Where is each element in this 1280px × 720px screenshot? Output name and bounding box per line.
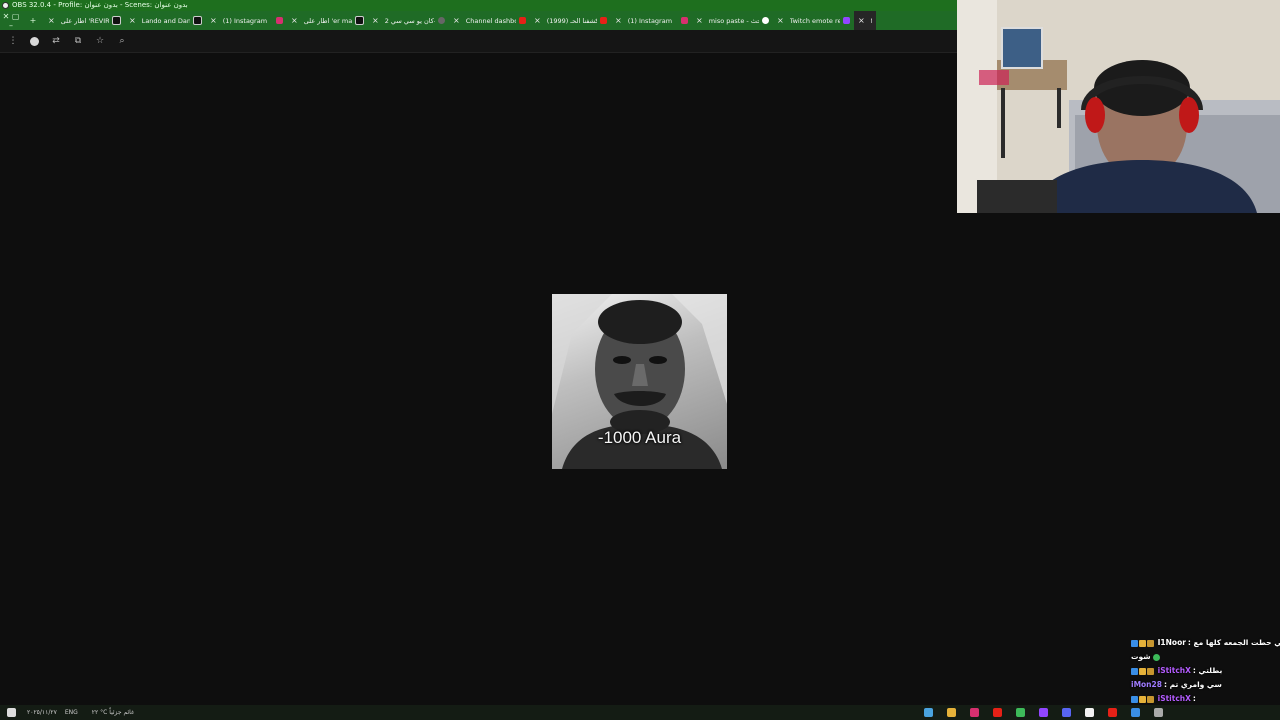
app-icon[interactable]: [970, 708, 979, 717]
taskbar-weather[interactable]: ٢٢ °C غائم جزئياً: [92, 709, 134, 716]
close-tab-icon[interactable]: ×: [615, 16, 622, 25]
chat-username: I1Noor: [1157, 638, 1186, 647]
app-icon[interactable]: [1085, 708, 1094, 717]
youtube-icon: [600, 17, 607, 24]
close-tab-icon[interactable]: ×: [534, 16, 541, 25]
app-icon[interactable]: [1062, 708, 1071, 717]
tab-2[interactable]: × Lando and Danie: [125, 11, 206, 30]
chat-message: iMon28: سي وامري تم: [1126, 678, 1280, 692]
close-tab-icon[interactable]: ×: [777, 16, 784, 25]
zoom-icon[interactable]: ⌕: [113, 36, 131, 46]
obs-title-bar: OBS 32.0.4 - Profile: بدون عنوان - Scene…: [0, 0, 957, 11]
window-title: OBS 32.0.4 - Profile: بدون عنوان - Scene…: [12, 1, 188, 9]
badge-icon: [1131, 639, 1138, 647]
chat-username: iStitchX: [1157, 694, 1191, 703]
youtube-icon: [519, 17, 526, 24]
tab-4[interactable]: × اطار على 'er man: [287, 11, 368, 30]
browser-tab-bar: ✕ ▢ – + × اطار على 'REVIR × Lando and Da…: [0, 11, 957, 30]
badge-icon: [1147, 695, 1154, 703]
tiktok-icon: [355, 16, 364, 25]
app-icon[interactable]: [924, 708, 933, 717]
tab-8[interactable]: × (1) Instagram: [611, 11, 692, 30]
tab-3[interactable]: × (1) Instagram: [206, 11, 287, 30]
app-icon[interactable]: [947, 708, 956, 717]
globe-icon: [438, 17, 445, 24]
app-icon[interactable]: [1154, 708, 1163, 717]
translate-icon[interactable]: ⇄: [47, 36, 65, 46]
close-tab-icon[interactable]: ×: [48, 16, 55, 25]
tab-9[interactable]: × miso paste - بحث: [692, 11, 773, 30]
instagram-icon: [276, 17, 283, 24]
tab-7[interactable]: × (1999) كشفنا الحـ: [530, 11, 611, 30]
badge-icon: [1139, 667, 1146, 675]
tab-10[interactable]: × Twitch emote rez: [773, 11, 854, 30]
close-tab-icon[interactable]: ×: [129, 16, 136, 25]
windows-start-icon[interactable]: [7, 708, 16, 717]
app-icon[interactable]: [1131, 708, 1140, 717]
windows-taskbar: ٢٠٢٥/١١/٢٧ ENG ٢٢ °C غائم جزئياً: [0, 705, 1280, 720]
webcam-feed: [957, 0, 1280, 213]
tab-active[interactable]: × full: [854, 11, 876, 30]
chat-username: iStitchX: [1157, 666, 1191, 675]
emote-caption: -1000 Aura: [597, 428, 682, 447]
stream-chat-overlay: I1Noor: صورتي حطت الجمعه كلها مع شوت iSt…: [1126, 636, 1280, 706]
app-icon[interactable]: [1016, 708, 1025, 717]
chat-message: iStitchX:: [1126, 692, 1280, 706]
obs-icon: [2, 2, 9, 9]
tab-5[interactable]: × كان يو سي سي 2-: [368, 11, 449, 30]
tab-6[interactable]: × Channel dashbo: [449, 11, 530, 30]
emote-image: -1000 Aura: [552, 294, 727, 469]
close-tab-icon[interactable]: ×: [858, 16, 865, 25]
chat-message: شوت: [1126, 650, 1280, 664]
badge-icon: [1131, 695, 1138, 703]
app-icon[interactable]: [1108, 708, 1117, 717]
chat-text: صورتي حطت الجمعه كلها مع: [1193, 638, 1280, 647]
window-controls-icon[interactable]: ✕ ▢ –: [0, 12, 22, 30]
badge-icon: [1147, 667, 1154, 675]
webcam-scene: [957, 0, 1280, 213]
chat-separator: :: [1192, 694, 1196, 703]
close-tab-icon[interactable]: ×: [210, 16, 217, 25]
browser-toolbar: ⋮ ⇄ ⧉ ☆ ⌕: [0, 30, 957, 53]
badge-icon: [1147, 639, 1154, 647]
chat-text: سي وامري تم: [1169, 680, 1222, 689]
close-tab-icon[interactable]: ×: [291, 16, 298, 25]
menu-dots-icon[interactable]: ⋮: [4, 36, 22, 46]
instagram-icon: [681, 17, 688, 24]
google-icon: [762, 17, 769, 24]
twitch-icon: [843, 17, 850, 24]
tab-1[interactable]: × اطار على 'REVIR: [44, 11, 125, 30]
app-icon[interactable]: [993, 708, 1002, 717]
chat-message: iStitchX: بطلتي: [1126, 664, 1280, 678]
profile-avatar-icon[interactable]: [30, 36, 39, 46]
emoji-icon: [1153, 653, 1161, 661]
tiktok-icon: [193, 16, 202, 25]
badge-icon: [1131, 667, 1138, 675]
browser-viewport: [0, 53, 957, 705]
bookmark-star-icon[interactable]: ☆: [91, 36, 109, 46]
new-tab-button[interactable]: +: [22, 16, 44, 25]
app-icon[interactable]: [1039, 708, 1048, 717]
chat-username: iMon28: [1131, 680, 1162, 689]
close-tab-icon[interactable]: ×: [372, 16, 379, 25]
badge-icon: [1139, 639, 1146, 647]
tiktok-icon: [112, 16, 121, 25]
screenshot-icon[interactable]: ⧉: [69, 36, 87, 46]
chat-text: بطلتي: [1198, 666, 1223, 675]
close-tab-icon[interactable]: ×: [696, 16, 703, 25]
badge-icon: [1139, 695, 1146, 703]
taskbar-lang[interactable]: ENG: [65, 709, 78, 716]
chat-message: I1Noor: صورتي حطت الجمعه كلها مع: [1126, 636, 1280, 650]
taskbar-date: ٢٠٢٥/١١/٢٧: [27, 709, 57, 716]
close-tab-icon[interactable]: ×: [453, 16, 460, 25]
chat-text: شوت: [1131, 652, 1151, 661]
